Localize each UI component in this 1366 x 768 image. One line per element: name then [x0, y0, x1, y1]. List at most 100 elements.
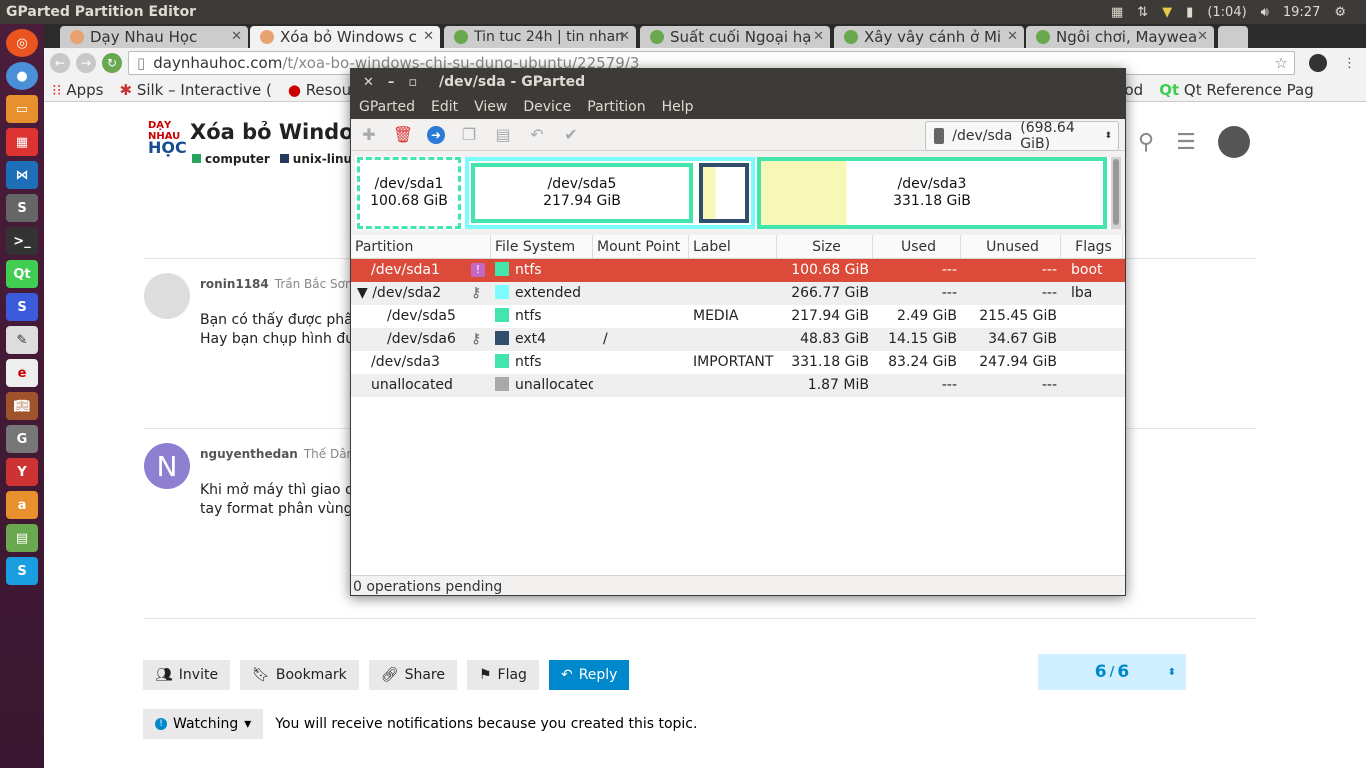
diskmap-sda6[interactable]: [699, 163, 749, 223]
diskmap-sda1[interactable]: /dev/sda1 100.68 GiB: [356, 156, 462, 230]
bookmark-apps[interactable]: ⁝⁝ Apps: [52, 81, 103, 99]
table-row[interactable]: /dev/sda6 ⚷ ext4 / 48.83 GiB 14.15 GiB 34.67 G…: [351, 328, 1125, 351]
share-button[interactable]: 🔗︎ Share: [368, 660, 457, 690]
col-size[interactable]: Size: [777, 235, 873, 258]
files-icon[interactable]: ▭: [6, 95, 38, 123]
col-filesystem[interactable]: File System: [491, 235, 593, 258]
extension-icon[interactable]: [1309, 54, 1327, 72]
ubuntu-dash-icon[interactable]: ◎: [6, 29, 38, 57]
col-unused[interactable]: Unused: [961, 235, 1061, 258]
app-icon[interactable]: ▤: [6, 524, 38, 552]
menu-gparted[interactable]: GParted: [351, 99, 423, 115]
scroll-thumb[interactable]: [1113, 159, 1119, 225]
col-partition[interactable]: Partition: [351, 235, 491, 258]
table-row[interactable]: /dev/sda5 ntfs MEDIA 217.94 GiB 2.49 GiB 215.…: [351, 305, 1125, 328]
hamburger-menu-icon[interactable]: ☰: [1176, 130, 1196, 155]
new-partition-icon[interactable]: ✚: [359, 125, 379, 145]
app-icon[interactable]: Y: [6, 458, 38, 486]
watching-dropdown[interactable]: ! Watching ▾: [143, 709, 264, 739]
table-row[interactable]: /dev/sda1! ntfs 100.68 GiB --- --- boot: [351, 259, 1125, 282]
tag-unix-linux[interactable]: unix-linux: [279, 152, 360, 166]
table-row[interactable]: unallocated unallocated 1.87 MiB --- ---: [351, 374, 1125, 397]
close-window-icon[interactable]: ✕: [363, 75, 374, 90]
chrome-icon[interactable]: ●: [6, 62, 38, 90]
vscode-icon[interactable]: ⋈: [6, 161, 38, 189]
apply-icon[interactable]: ✔: [561, 125, 581, 145]
back-icon[interactable]: ←: [50, 53, 70, 73]
skype-icon[interactable]: S: [6, 557, 38, 585]
bookmark-od[interactable]: od: [1124, 81, 1143, 99]
close-tab-icon[interactable]: ✕: [619, 26, 630, 48]
tag-computer[interactable]: computer: [192, 152, 270, 166]
battery-time[interactable]: (1:04): [1207, 5, 1246, 20]
close-tab-icon[interactable]: ✕: [813, 26, 824, 48]
amazon-icon[interactable]: a: [6, 491, 38, 519]
undo-icon[interactable]: ↶: [527, 125, 547, 145]
menu-view[interactable]: View: [466, 99, 515, 115]
bookmark-silk[interactable]: ✱ Silk – Interactive (: [119, 81, 271, 99]
col-used[interactable]: Used: [873, 235, 961, 258]
post-author[interactable]: ronin1184 Trần Bắc Sơn: [200, 277, 353, 291]
close-tab-icon[interactable]: ✕: [1007, 26, 1018, 48]
tab-xay-vay-canh[interactable]: Xây vây cánh ở Mi ✕: [834, 26, 1024, 48]
paste-icon[interactable]: ▤: [493, 125, 513, 145]
volume-icon[interactable]: 🔊︎: [1261, 5, 1269, 20]
table-row[interactable]: ▼ /dev/sda2 ⚷ extended 266.77 GiB --- --- lba: [351, 282, 1125, 305]
tab-ngoi-choi[interactable]: Ngôi chơi, Maywea ✕: [1026, 26, 1214, 48]
new-tab-button[interactable]: [1218, 26, 1248, 48]
menu-device[interactable]: Device: [515, 99, 579, 115]
software-center-icon[interactable]: ▦: [6, 128, 38, 156]
workspace-icon[interactable]: ▦: [1111, 5, 1123, 20]
network-icon[interactable]: ⇅: [1137, 5, 1148, 20]
menu-help[interactable]: Help: [654, 99, 702, 115]
terminal-icon[interactable]: >_: [6, 227, 38, 255]
resize-move-icon[interactable]: ➜: [427, 125, 445, 144]
tab-tin-tuc[interactable]: Tin tuc 24h | tin nhan ✕: [444, 26, 636, 48]
chrome-menu-icon[interactable]: ⋮: [1343, 56, 1356, 71]
tab-daynhauhoc[interactable]: Dạy Nhau Học ✕: [60, 26, 248, 48]
dictionary-icon[interactable]: 📖︎: [6, 392, 38, 420]
post-counter[interactable]: 6/6 ⬍: [1038, 654, 1186, 690]
user-avatar[interactable]: [1217, 126, 1250, 158]
avatar[interactable]: N: [144, 443, 190, 489]
close-tab-icon[interactable]: ✕: [1197, 26, 1208, 48]
search-icon[interactable]: ⚲: [1138, 130, 1154, 155]
menu-edit[interactable]: Edit: [423, 99, 466, 115]
update-icon[interactable]: ▼: [1162, 5, 1172, 20]
close-tab-icon[interactable]: ✕: [423, 26, 434, 48]
gimp-icon[interactable]: G: [6, 425, 38, 453]
flag-button[interactable]: ⚑ Flag: [466, 660, 539, 690]
settings-gear-icon[interactable]: ⚙: [1334, 5, 1346, 20]
diskmap-sda5[interactable]: /dev/sda5 217.94 GiB: [471, 163, 693, 223]
bookmark-qt-reference[interactable]: Qt Qt Reference Pag: [1159, 81, 1314, 99]
avatar[interactable]: [144, 273, 190, 319]
qt-creator-icon[interactable]: Qt: [6, 260, 38, 288]
diskmap-sda3[interactable]: /dev/sda3 331.18 GiB: [757, 157, 1107, 229]
clock[interactable]: 19:27: [1283, 5, 1320, 20]
col-label[interactable]: Label: [689, 235, 777, 258]
bookmark-button[interactable]: 🔖︎ Bookmark: [240, 660, 359, 690]
reload-icon[interactable]: ↻: [102, 53, 122, 73]
delete-icon[interactable]: 🗑︎: [393, 125, 413, 145]
copy-icon[interactable]: ❐: [459, 125, 479, 145]
table-row[interactable]: /dev/sda3 ntfs IMPORTANT 331.18 GiB 83.24 Gi…: [351, 351, 1125, 374]
expander-icon[interactable]: ▼: [357, 285, 372, 301]
reply-button[interactable]: ↶ Reply: [548, 660, 630, 690]
maximize-window-icon[interactable]: ▫: [408, 75, 417, 90]
bookmark-star-icon[interactable]: ☆: [1275, 54, 1288, 72]
app-icon[interactable]: e: [6, 359, 38, 387]
app-icon[interactable]: S: [6, 293, 38, 321]
sublime-icon[interactable]: S: [6, 194, 38, 222]
col-mountpoint[interactable]: Mount Point: [593, 235, 689, 258]
site-logo[interactable]: DẠY NHAU HỌC: [148, 120, 187, 158]
device-selector[interactable]: /dev/sda (698.64 GiB) ⬍: [925, 120, 1119, 152]
close-tab-icon[interactable]: ✕: [231, 26, 242, 48]
diskmap-scrollbar[interactable]: [1111, 157, 1121, 229]
forward-icon[interactable]: →: [76, 53, 96, 73]
menu-partition[interactable]: Partition: [579, 99, 653, 115]
tab-xoa-bo-windows[interactable]: Xóa bỏ Windows c ✕: [250, 26, 440, 48]
minimize-window-icon[interactable]: –: [388, 75, 395, 90]
text-editor-icon[interactable]: ✎: [6, 326, 38, 354]
battery-icon[interactable]: ▮: [1186, 5, 1193, 20]
topic-title[interactable]: Xóa bỏ Window: [190, 120, 373, 144]
